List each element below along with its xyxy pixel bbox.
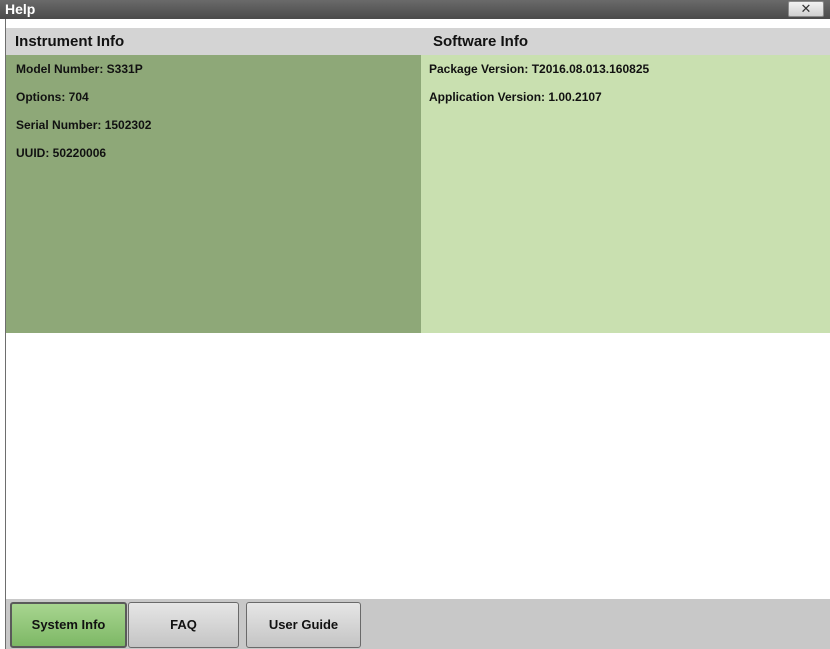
tab-bar: System Info FAQ User Guide: [5, 599, 830, 649]
package-version-text: Package Version: T2016.08.013.160825: [429, 62, 650, 76]
model-number-text: Model Number: S331P: [16, 62, 143, 76]
serial-number-text: Serial Number: 1502302: [16, 118, 152, 132]
instrument-info-panel: Model Number: S331P Options: 704 Serial …: [6, 55, 421, 333]
software-info-header: Software Info: [421, 28, 830, 55]
options-text: Options: 704: [16, 90, 89, 104]
title-bar: Help ✕: [0, 0, 830, 19]
application-version-text: Application Version: 1.00.2107: [429, 90, 602, 104]
close-button[interactable]: ✕: [788, 1, 824, 17]
software-info-panel: Package Version: T2016.08.013.160825 App…: [421, 55, 830, 333]
tab-system-info[interactable]: System Info: [10, 602, 127, 648]
window-title: Help: [5, 1, 36, 17]
tab-faq[interactable]: FAQ: [128, 602, 239, 648]
uuid-text: UUID: 50220006: [16, 146, 107, 160]
tab-user-guide[interactable]: User Guide: [246, 602, 361, 648]
help-content: Instrument Info Software Info Model Numb…: [5, 19, 830, 599]
instrument-info-header: Instrument Info: [6, 28, 421, 55]
help-window: Help ✕ Instrument Info Software Info Mod…: [0, 0, 830, 649]
close-icon: ✕: [800, 1, 812, 16]
